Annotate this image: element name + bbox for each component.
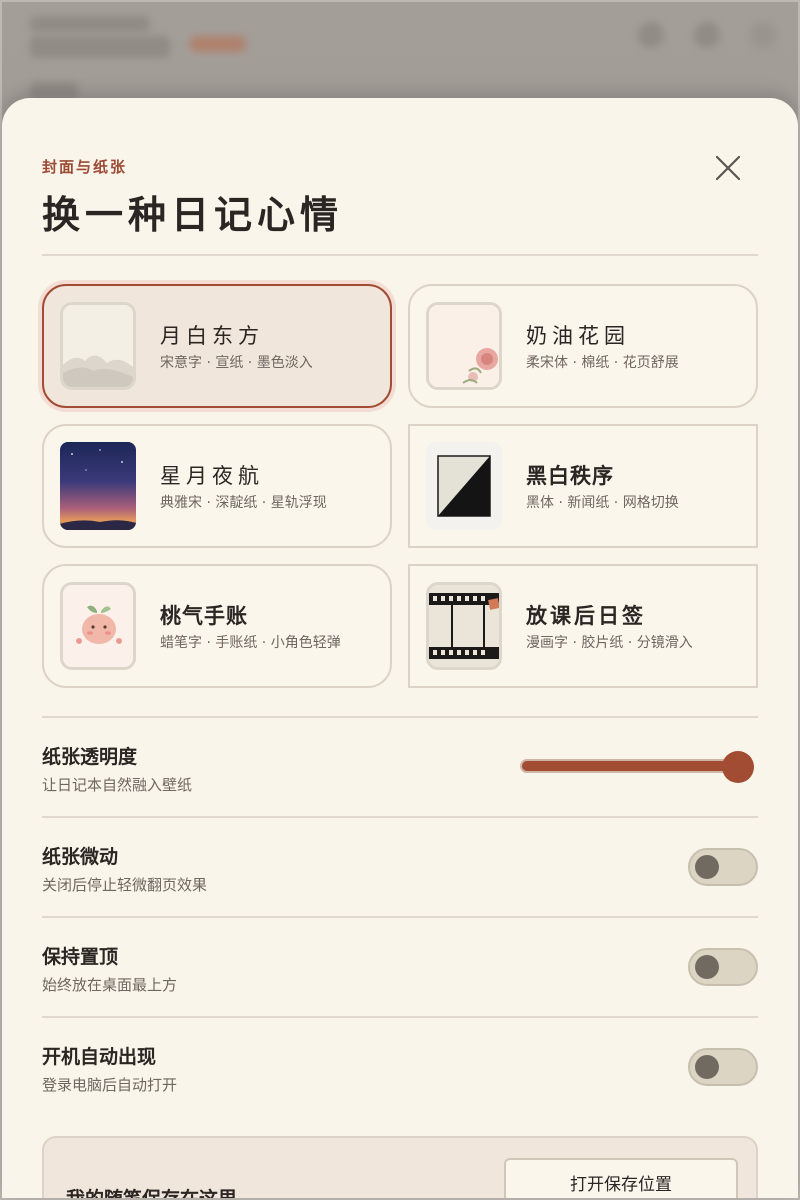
sheet-title: 换一种日记心情 <box>42 192 344 237</box>
theme-card-moon-white[interactable]: 月白东方 宋意字 · 宣纸 · 墨色淡入 <box>42 284 392 408</box>
theme-desc: 蜡笔字 · 手账纸 · 小角色轻弹 <box>160 635 341 651</box>
blurred-icon <box>750 22 776 48</box>
sheet-eyebrow: 封面与纸张 <box>42 158 128 176</box>
theme-desc: 宋意字 · 宣纸 · 墨色淡入 <box>160 355 313 371</box>
ink-mountain-icon <box>60 302 136 390</box>
save-location-label: 我的随笔保存在这里 <box>66 1184 237 1198</box>
theme-name: 月白东方 <box>160 324 264 348</box>
autostart-setting-title: 开机自动出现 <box>42 1046 157 1068</box>
toggle-knob <box>695 955 719 979</box>
opacity-slider-thumb[interactable] <box>722 751 754 783</box>
flower-icon <box>426 302 502 390</box>
divider <box>42 716 758 718</box>
open-save-location-button[interactable]: 打开保存位置 <box>504 1158 738 1198</box>
black-white-icon <box>426 442 502 530</box>
blurred-icon <box>694 22 720 48</box>
autostart-setting-subtitle: 登录电脑后自动打开 <box>42 1076 178 1094</box>
divider <box>42 916 758 918</box>
theme-desc: 漫画字 · 胶片纸 · 分镜滑入 <box>526 635 693 651</box>
theme-card-peach-journal[interactable]: 桃气手账 蜡笔字 · 手账纸 · 小角色轻弹 <box>42 564 392 688</box>
divider <box>42 1016 758 1018</box>
theme-desc: 黑体 · 新闻纸 · 网格切换 <box>526 495 679 511</box>
theme-name: 桃气手账 <box>160 604 248 628</box>
blurred-icon <box>638 22 664 48</box>
theme-name: 奶油花园 <box>526 324 630 348</box>
pin-setting-subtitle: 始终放在桌面最上方 <box>42 976 178 994</box>
pin-setting-title: 保持置顶 <box>42 946 119 968</box>
theme-card-star-moon-voyage[interactable]: 星月夜航 典雅宋 · 深靛纸 · 星轨浮现 <box>42 424 392 548</box>
pin-toggle[interactable] <box>688 948 758 986</box>
theme-name: 星月夜航 <box>160 464 264 488</box>
divider <box>42 254 758 256</box>
motion-setting-subtitle: 关闭后停止轻微翻页效果 <box>42 876 208 894</box>
theme-name: 放课后日签 <box>526 603 646 628</box>
close-icon <box>715 155 741 181</box>
theme-card-black-white-order[interactable]: 黑白秩序 黑体 · 新闻纸 · 网格切换 <box>408 424 758 548</box>
peach-character-icon <box>60 582 136 670</box>
theme-desc: 柔宋体 · 棉纸 · 花页舒展 <box>526 355 679 371</box>
save-location-panel: 我的随笔保存在这里 打开保存位置 <box>42 1136 758 1198</box>
toggle-knob <box>695 855 719 879</box>
blurred-header-line <box>30 16 150 32</box>
opacity-setting-title: 纸张透明度 <box>42 746 138 768</box>
night-sky-icon <box>60 442 136 530</box>
theme-card-after-school[interactable]: 放课后日签 漫画字 · 胶片纸 · 分镜滑入 <box>408 564 758 688</box>
autostart-toggle[interactable] <box>688 1048 758 1086</box>
close-button[interactable] <box>710 150 746 186</box>
toggle-knob <box>695 1055 719 1079</box>
cover-paper-settings-sheet: 封面与纸张 换一种日记心情 月白东方 宋意字 · 宣纸 · 墨色淡入 奶油花园 … <box>2 98 798 1198</box>
blurred-app-badge <box>190 36 246 52</box>
motion-toggle[interactable] <box>688 848 758 886</box>
theme-desc: 典雅宋 · 深靛纸 · 星轨浮现 <box>160 495 327 511</box>
motion-setting-title: 纸张微动 <box>42 846 119 868</box>
film-strip-icon <box>426 582 502 670</box>
blurred-app-title <box>30 36 170 58</box>
opacity-setting-subtitle: 让日记本自然融入壁纸 <box>42 776 193 794</box>
opacity-slider-track[interactable] <box>520 759 742 773</box>
theme-card-cream-garden[interactable]: 奶油花园 柔宋体 · 棉纸 · 花页舒展 <box>408 284 758 408</box>
blurred-app-label <box>30 82 78 98</box>
divider <box>42 816 758 818</box>
theme-name: 黑白秩序 <box>526 464 614 488</box>
